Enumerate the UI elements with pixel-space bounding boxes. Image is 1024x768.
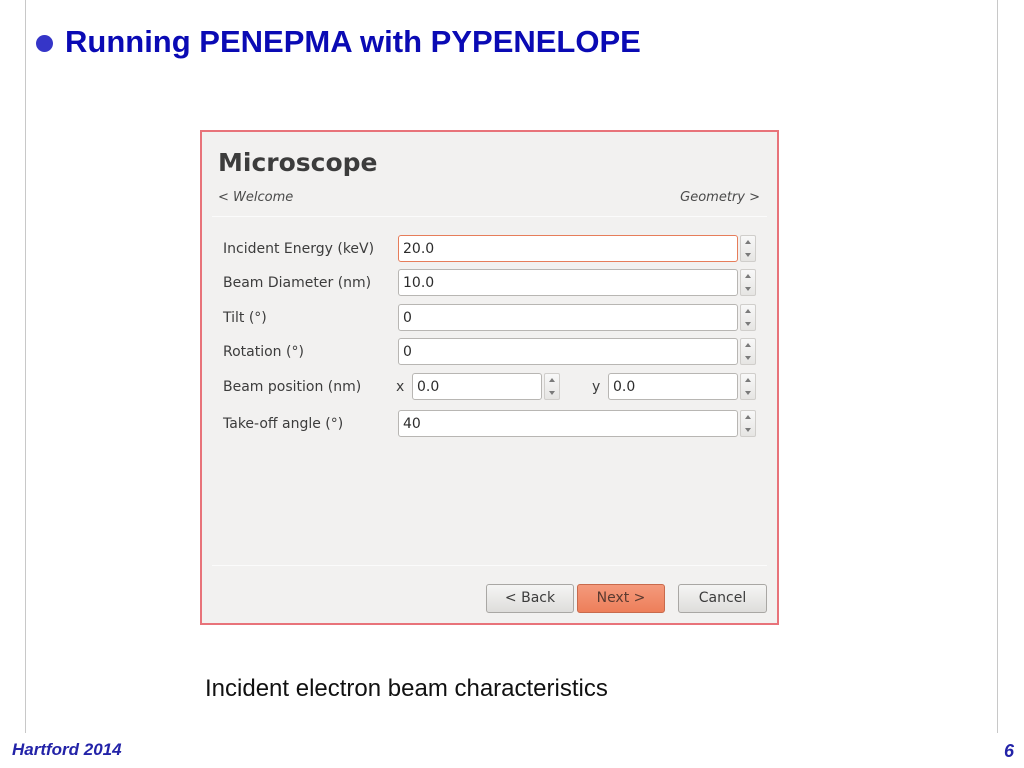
footer-event: Hartford 2014	[12, 740, 122, 759]
rotation-stepper[interactable]	[740, 338, 756, 365]
cancel-button[interactable]: Cancel	[678, 584, 767, 613]
takeoff-angle-label: Take-off angle (°)	[223, 416, 344, 432]
slide-right-rule	[997, 0, 998, 733]
tilt-spinbox: 0	[398, 304, 756, 331]
incident-energy-label: Incident Energy (keV)	[223, 241, 375, 257]
decrement-icon[interactable]	[745, 321, 751, 326]
takeoff-angle-row: Take-off angle (°) 40	[202, 410, 777, 438]
page-number: 6	[1003, 741, 1014, 761]
incident-energy-stepper[interactable]	[740, 235, 756, 262]
beam-position-x-stepper[interactable]	[544, 373, 560, 400]
beam-diameter-stepper[interactable]	[740, 269, 756, 296]
increment-icon[interactable]	[745, 240, 751, 245]
rotation-spinbox: 0	[398, 338, 756, 365]
slide-left-rule	[25, 0, 26, 733]
increment-icon[interactable]	[745, 415, 751, 420]
beam-diameter-spinbox: 10.0	[398, 269, 756, 296]
microscope-dialog: Microscope < Welcome Geometry > Incident…	[200, 130, 779, 625]
incident-energy-spinbox: 20.0	[398, 235, 756, 262]
decrement-icon[interactable]	[745, 355, 751, 360]
decrement-icon[interactable]	[549, 390, 555, 395]
incident-energy-input[interactable]: 20.0	[398, 235, 738, 262]
rotation-input[interactable]: 0	[398, 338, 738, 365]
tilt-label: Tilt (°)	[223, 310, 267, 326]
slide-caption: Incident electron beam characteristics	[205, 675, 608, 702]
next-button[interactable]: Next >	[577, 584, 665, 613]
back-button[interactable]: < Back	[486, 584, 574, 613]
decrement-icon[interactable]	[745, 390, 751, 395]
beam-position-y-spinbox: 0.0	[608, 373, 756, 400]
rotation-row: Rotation (°) 0	[202, 338, 777, 366]
beam-diameter-input[interactable]: 10.0	[398, 269, 738, 296]
takeoff-angle-spinbox: 40	[398, 410, 756, 437]
beam-position-label: Beam position (nm)	[223, 379, 362, 395]
increment-icon[interactable]	[745, 378, 751, 383]
increment-icon[interactable]	[549, 378, 555, 383]
tilt-input[interactable]: 0	[398, 304, 738, 331]
beam-diameter-label: Beam Diameter (nm)	[223, 275, 372, 291]
beam-position-row: Beam position (nm) x 0.0 y 0.0	[202, 373, 777, 401]
slide-title: Running PENEPMA with PYPENELOPE	[36, 24, 641, 60]
slide-title-text: Running PENEPMA with PYPENELOPE	[65, 24, 641, 59]
decrement-icon[interactable]	[745, 427, 751, 432]
header-divider	[212, 216, 767, 217]
tilt-stepper[interactable]	[740, 304, 756, 331]
increment-icon[interactable]	[745, 309, 751, 314]
beam-position-x-input[interactable]: 0.0	[412, 373, 542, 400]
nav-geometry-link[interactable]: Geometry >	[680, 190, 760, 205]
beam-position-x-spinbox: 0.0	[412, 373, 560, 400]
rotation-label: Rotation (°)	[223, 344, 304, 360]
takeoff-angle-stepper[interactable]	[740, 410, 756, 437]
nav-welcome-link[interactable]: < Welcome	[218, 190, 293, 205]
beam-position-x-label: x	[396, 379, 405, 395]
increment-icon[interactable]	[745, 343, 751, 348]
incident-energy-row: Incident Energy (keV) 20.0	[202, 235, 777, 263]
dialog-title: Microscope	[218, 148, 378, 177]
beam-position-y-stepper[interactable]	[740, 373, 756, 400]
footer-divider	[212, 565, 767, 566]
decrement-icon[interactable]	[745, 286, 751, 291]
decrement-icon[interactable]	[745, 252, 751, 257]
beam-position-y-input[interactable]: 0.0	[608, 373, 738, 400]
beam-position-y-label: y	[592, 379, 601, 395]
tilt-row: Tilt (°) 0	[202, 304, 777, 332]
takeoff-angle-input[interactable]: 40	[398, 410, 738, 437]
beam-diameter-row: Beam Diameter (nm) 10.0	[202, 269, 777, 297]
increment-icon[interactable]	[745, 274, 751, 279]
bullet-icon	[36, 34, 53, 52]
